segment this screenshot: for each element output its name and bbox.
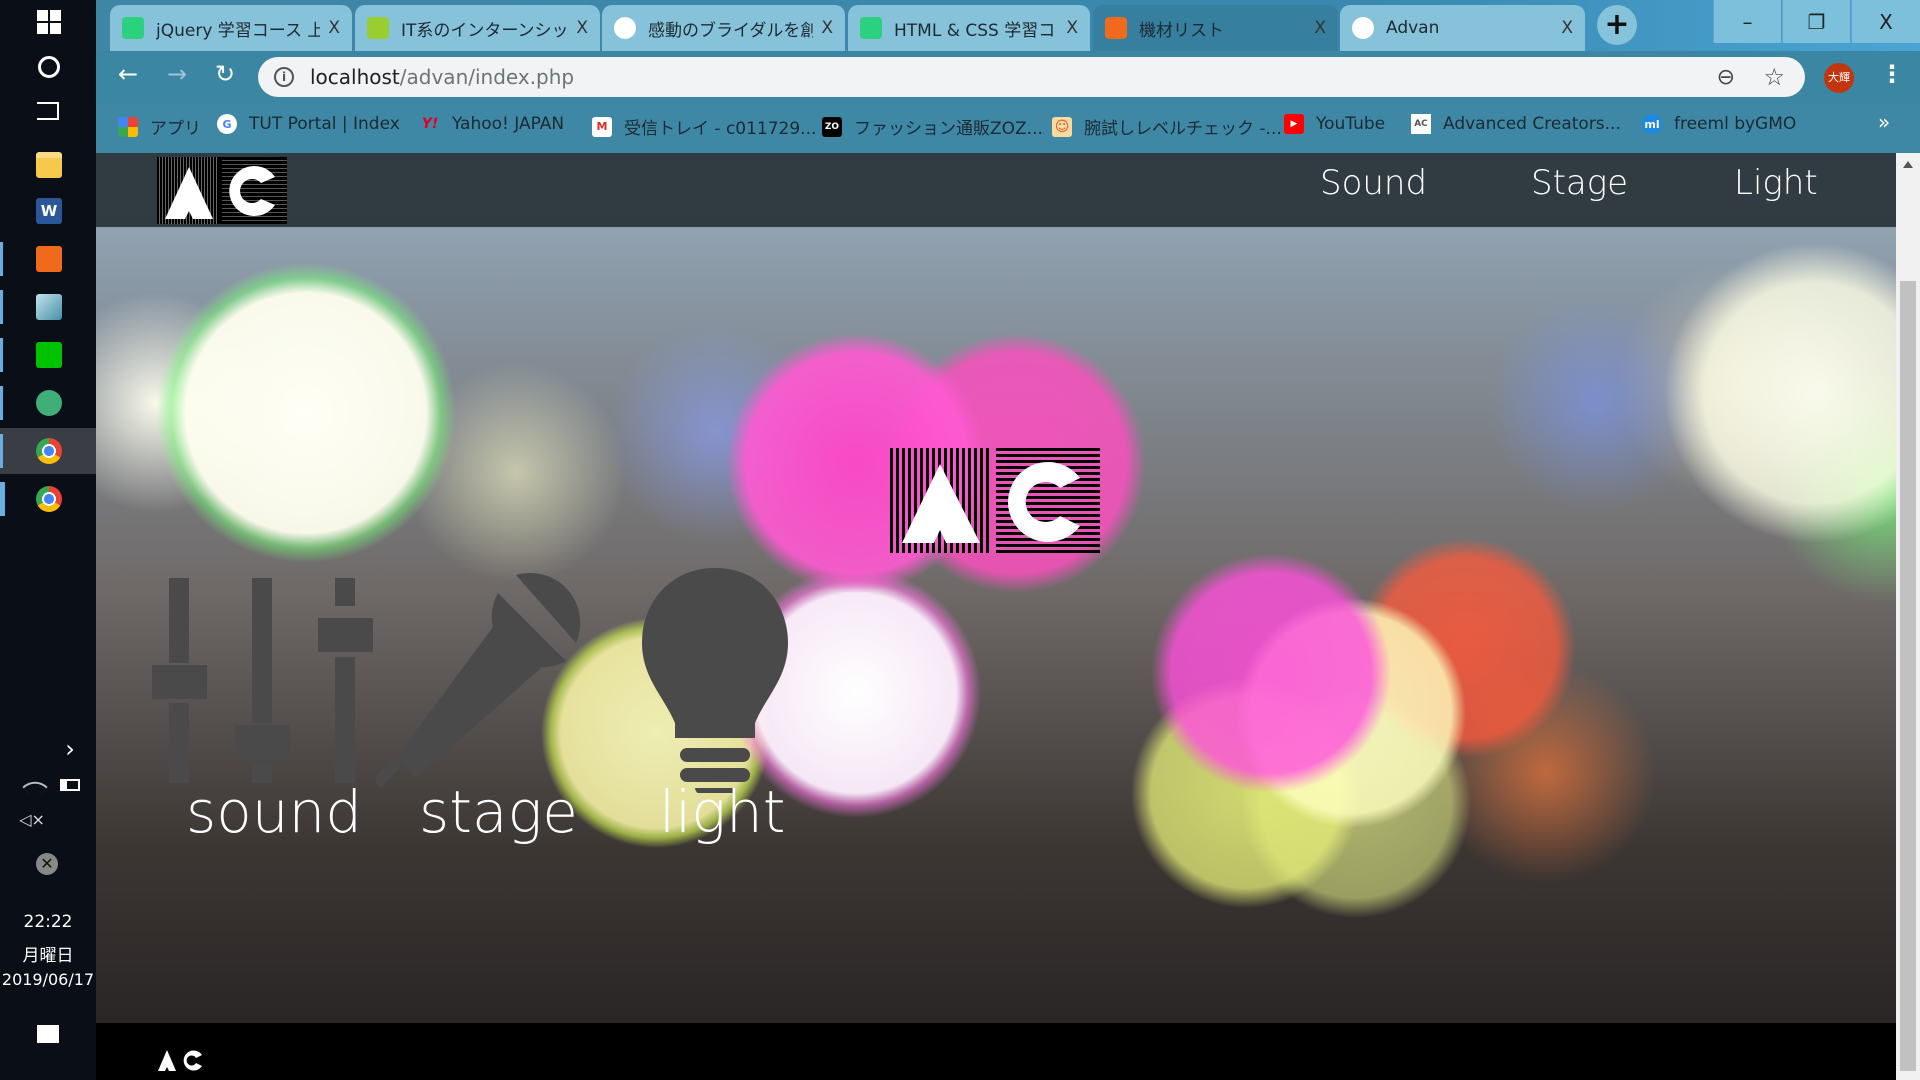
tab-html-css[interactable]: HTML & CSS 学習コ X xyxy=(848,5,1090,51)
page-scrollbar[interactable] xyxy=(1896,153,1920,1080)
bookmark-advanced-creators[interactable]: AC Advanced Creators... xyxy=(1411,114,1621,134)
windows-start-icon[interactable] xyxy=(37,10,61,34)
bookmark-gmail[interactable]: M 受信トレイ - c011729... xyxy=(592,114,816,139)
tab-favicon-icon xyxy=(860,17,882,39)
forward-button[interactable]: → xyxy=(160,60,194,88)
web-page: sound stage light Sound Stage Light xyxy=(96,153,1896,1080)
bookmarks-overflow-button[interactable]: » xyxy=(1878,110,1890,134)
site-logo[interactable] xyxy=(157,157,287,224)
site-footer xyxy=(96,1023,1896,1080)
tab-close-icon[interactable]: X xyxy=(1561,18,1573,38)
tab-jquery[interactable]: jQuery 学習コース 上X xyxy=(110,5,352,51)
clock-day[interactable]: 月曜日 xyxy=(0,941,96,966)
restore-button[interactable]: ❐ xyxy=(1782,0,1850,43)
freeml-icon: ml xyxy=(1642,114,1662,134)
clock-date[interactable]: 2019/06/17 xyxy=(0,970,96,989)
windows-taskbar: W › ◁× ✕ 22:22 月曜日 2019/06/17 xyxy=(0,0,96,1080)
url-path: /advan/index.php xyxy=(399,65,575,89)
google-icon: G xyxy=(217,114,237,134)
scrollbar-thumb[interactable] xyxy=(1900,281,1916,1071)
tab-close-icon[interactable]: X xyxy=(576,18,588,38)
tab-close-icon[interactable]: X xyxy=(1066,18,1078,38)
mixer-sliders-icon xyxy=(152,578,373,783)
wifi-icon[interactable] xyxy=(22,774,48,800)
hero-ac-logo xyxy=(890,448,1100,553)
tab-close-icon[interactable]: X xyxy=(328,18,340,38)
zoom-icon[interactable]: ⊖ xyxy=(1717,65,1735,90)
bookmark-apps[interactable]: アプリ xyxy=(118,114,201,139)
error-icon[interactable]: ✕ xyxy=(36,853,58,875)
new-tab-button[interactable]: + xyxy=(1597,5,1637,45)
nav-sound[interactable]: Sound xyxy=(1320,163,1427,203)
xampp-icon[interactable] xyxy=(36,246,62,272)
tab-advan[interactable]: Advan X xyxy=(1340,5,1585,51)
site-header: Sound Stage Light xyxy=(96,153,1896,227)
level-check-icon: ☺ xyxy=(1052,116,1072,137)
apps-grid-icon xyxy=(118,116,138,137)
chrome-menu-icon[interactable]: ⋮ xyxy=(1880,60,1904,88)
atom-icon[interactable] xyxy=(36,390,62,416)
yahoo-icon: Y! xyxy=(421,116,439,132)
category-label-stage[interactable]: stage xyxy=(419,778,578,846)
url-host: localhost xyxy=(310,65,400,89)
close-window-button[interactable]: X xyxy=(1851,0,1920,43)
chrome-icon[interactable] xyxy=(36,438,62,464)
back-button[interactable]: ← xyxy=(111,60,145,88)
zozo-icon: ZO xyxy=(822,116,842,137)
file-explorer-icon[interactable] xyxy=(36,152,62,178)
volume-muted-icon[interactable]: ◁× xyxy=(0,810,80,829)
cortana-icon[interactable] xyxy=(38,56,60,78)
ac-icon: AC xyxy=(1411,114,1431,134)
action-center-icon[interactable] xyxy=(37,1025,59,1043)
bookmark-zozo[interactable]: ZO ファッション通販ZOZ... xyxy=(822,114,1043,139)
tab-close-icon[interactable]: X xyxy=(1314,18,1326,38)
task-view-icon[interactable] xyxy=(37,102,59,120)
category-label-light[interactable]: light xyxy=(659,778,786,846)
category-label-sound[interactable]: sound xyxy=(186,778,362,846)
tab-bridal[interactable]: 感動のブライダルを創 X xyxy=(602,5,845,51)
bookmark-yahoo[interactable]: Y! Yahoo! JAPAN xyxy=(420,114,564,134)
gmail-icon: M xyxy=(592,116,612,137)
footer-ac-logo xyxy=(158,1050,202,1071)
notepad-icon[interactable] xyxy=(36,294,62,320)
microphone-icon xyxy=(376,572,581,788)
chrome-icon[interactable] xyxy=(36,486,62,512)
site-info-icon[interactable]: i xyxy=(274,67,294,87)
bookmark-star-icon[interactable]: ☆ xyxy=(1763,63,1785,91)
bookmark-level-check[interactable]: ☺ 腕試しレベルチェック -... xyxy=(1052,114,1282,139)
line-icon[interactable] xyxy=(36,342,62,368)
reload-button[interactable]: ↻ xyxy=(208,60,242,88)
bookmark-youtube[interactable]: ▶ YouTube xyxy=(1284,114,1385,134)
xampp-icon xyxy=(1105,17,1127,39)
bookmark-freeml[interactable]: ml freeml byGMO xyxy=(1642,114,1796,134)
tab-close-icon[interactable]: X xyxy=(821,18,833,38)
youtube-icon: ▶ xyxy=(1284,114,1304,134)
clock-time[interactable]: 22:22 xyxy=(0,912,96,932)
globe-icon xyxy=(614,17,636,39)
tab-internship[interactable]: IT系のインターンシップ X xyxy=(355,5,600,51)
tab-equipment-list[interactable]: 機材リスト X xyxy=(1093,5,1338,51)
battery-icon[interactable] xyxy=(60,779,80,791)
hero-bokeh-background: sound stage light xyxy=(96,153,1896,1023)
nav-stage[interactable]: Stage xyxy=(1531,163,1628,203)
bookmark-tut-portal[interactable]: G TUT Portal | Index xyxy=(217,114,400,134)
word-icon[interactable]: W xyxy=(36,198,62,224)
light-bulb-icon xyxy=(642,568,788,793)
tab-favicon-icon xyxy=(122,17,144,39)
address-bar[interactable]: i localhost/advan/index.php ⊖ ☆ xyxy=(258,57,1805,97)
globe-icon xyxy=(1352,17,1374,39)
profile-avatar[interactable]: 大輝 xyxy=(1824,63,1854,93)
nav-light[interactable]: Light xyxy=(1734,163,1818,203)
tab-favicon-icon xyxy=(367,17,389,39)
scroll-up-arrow-icon[interactable] xyxy=(1903,161,1913,168)
minimize-button[interactable]: – xyxy=(1713,0,1781,43)
